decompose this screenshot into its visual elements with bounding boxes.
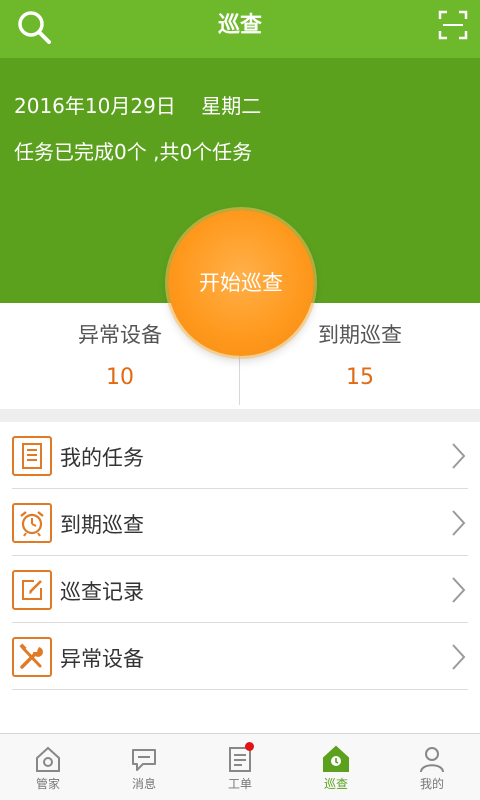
menu-item-abnormal-devices[interactable]: 异常设备 bbox=[12, 623, 468, 690]
tab-label: 工单 bbox=[227, 777, 252, 791]
tab-profile[interactable]: 我的 bbox=[384, 734, 480, 800]
house-icon bbox=[36, 746, 60, 772]
menu-item-label: 巡查记录 bbox=[60, 580, 144, 604]
tools-icon bbox=[12, 637, 52, 677]
start-inspection-button[interactable]: 开始巡查 bbox=[168, 210, 314, 356]
task-summary: 任务已完成0个 ,共0个任务 bbox=[14, 140, 253, 164]
alarm-clock-icon bbox=[12, 503, 52, 543]
chevron-right-icon bbox=[452, 443, 466, 469]
chevron-right-icon bbox=[452, 577, 466, 603]
chevron-right-icon bbox=[452, 644, 466, 670]
scan-icon[interactable] bbox=[438, 10, 468, 40]
inspection-house-icon bbox=[323, 745, 349, 772]
stat-value: 15 bbox=[346, 365, 374, 390]
menu-item-my-tasks[interactable]: 我的任务 bbox=[12, 422, 468, 489]
menu-item-label: 我的任务 bbox=[60, 446, 144, 470]
menu-list: 我的任务 到期巡查 巡查记录 异常设备 bbox=[0, 422, 480, 690]
chat-icon bbox=[132, 749, 156, 771]
tab-label: 管家 bbox=[35, 777, 60, 791]
section-divider bbox=[0, 409, 480, 422]
tab-inspection[interactable]: 巡查 bbox=[288, 734, 384, 800]
top-bar: 巡查 bbox=[0, 0, 480, 58]
stat-value: 10 bbox=[106, 365, 134, 390]
current-date: 2016年10月29日 星期二 bbox=[14, 94, 262, 118]
menu-item-label: 到期巡查 bbox=[60, 513, 144, 537]
tab-label: 巡查 bbox=[323, 777, 348, 791]
tab-label: 消息 bbox=[131, 777, 156, 791]
edit-note-icon bbox=[12, 570, 52, 610]
tab-butler[interactable]: 管家 bbox=[0, 734, 96, 800]
chevron-right-icon bbox=[452, 510, 466, 536]
menu-item-label: 异常设备 bbox=[60, 647, 144, 671]
user-icon bbox=[420, 747, 444, 773]
notification-badge bbox=[245, 742, 254, 751]
tab-label: 我的 bbox=[419, 777, 444, 791]
menu-item-inspection-records[interactable]: 巡查记录 bbox=[12, 556, 468, 623]
bottom-tab-bar: 管家 消息 工单 巡查 我的 bbox=[0, 733, 480, 800]
tab-work-orders[interactable]: 工单 bbox=[192, 734, 288, 800]
page-title: 巡查 bbox=[217, 13, 262, 38]
tab-messages[interactable]: 消息 bbox=[96, 734, 192, 800]
document-list-icon bbox=[12, 436, 52, 476]
menu-item-due-inspections[interactable]: 到期巡查 bbox=[12, 489, 468, 556]
